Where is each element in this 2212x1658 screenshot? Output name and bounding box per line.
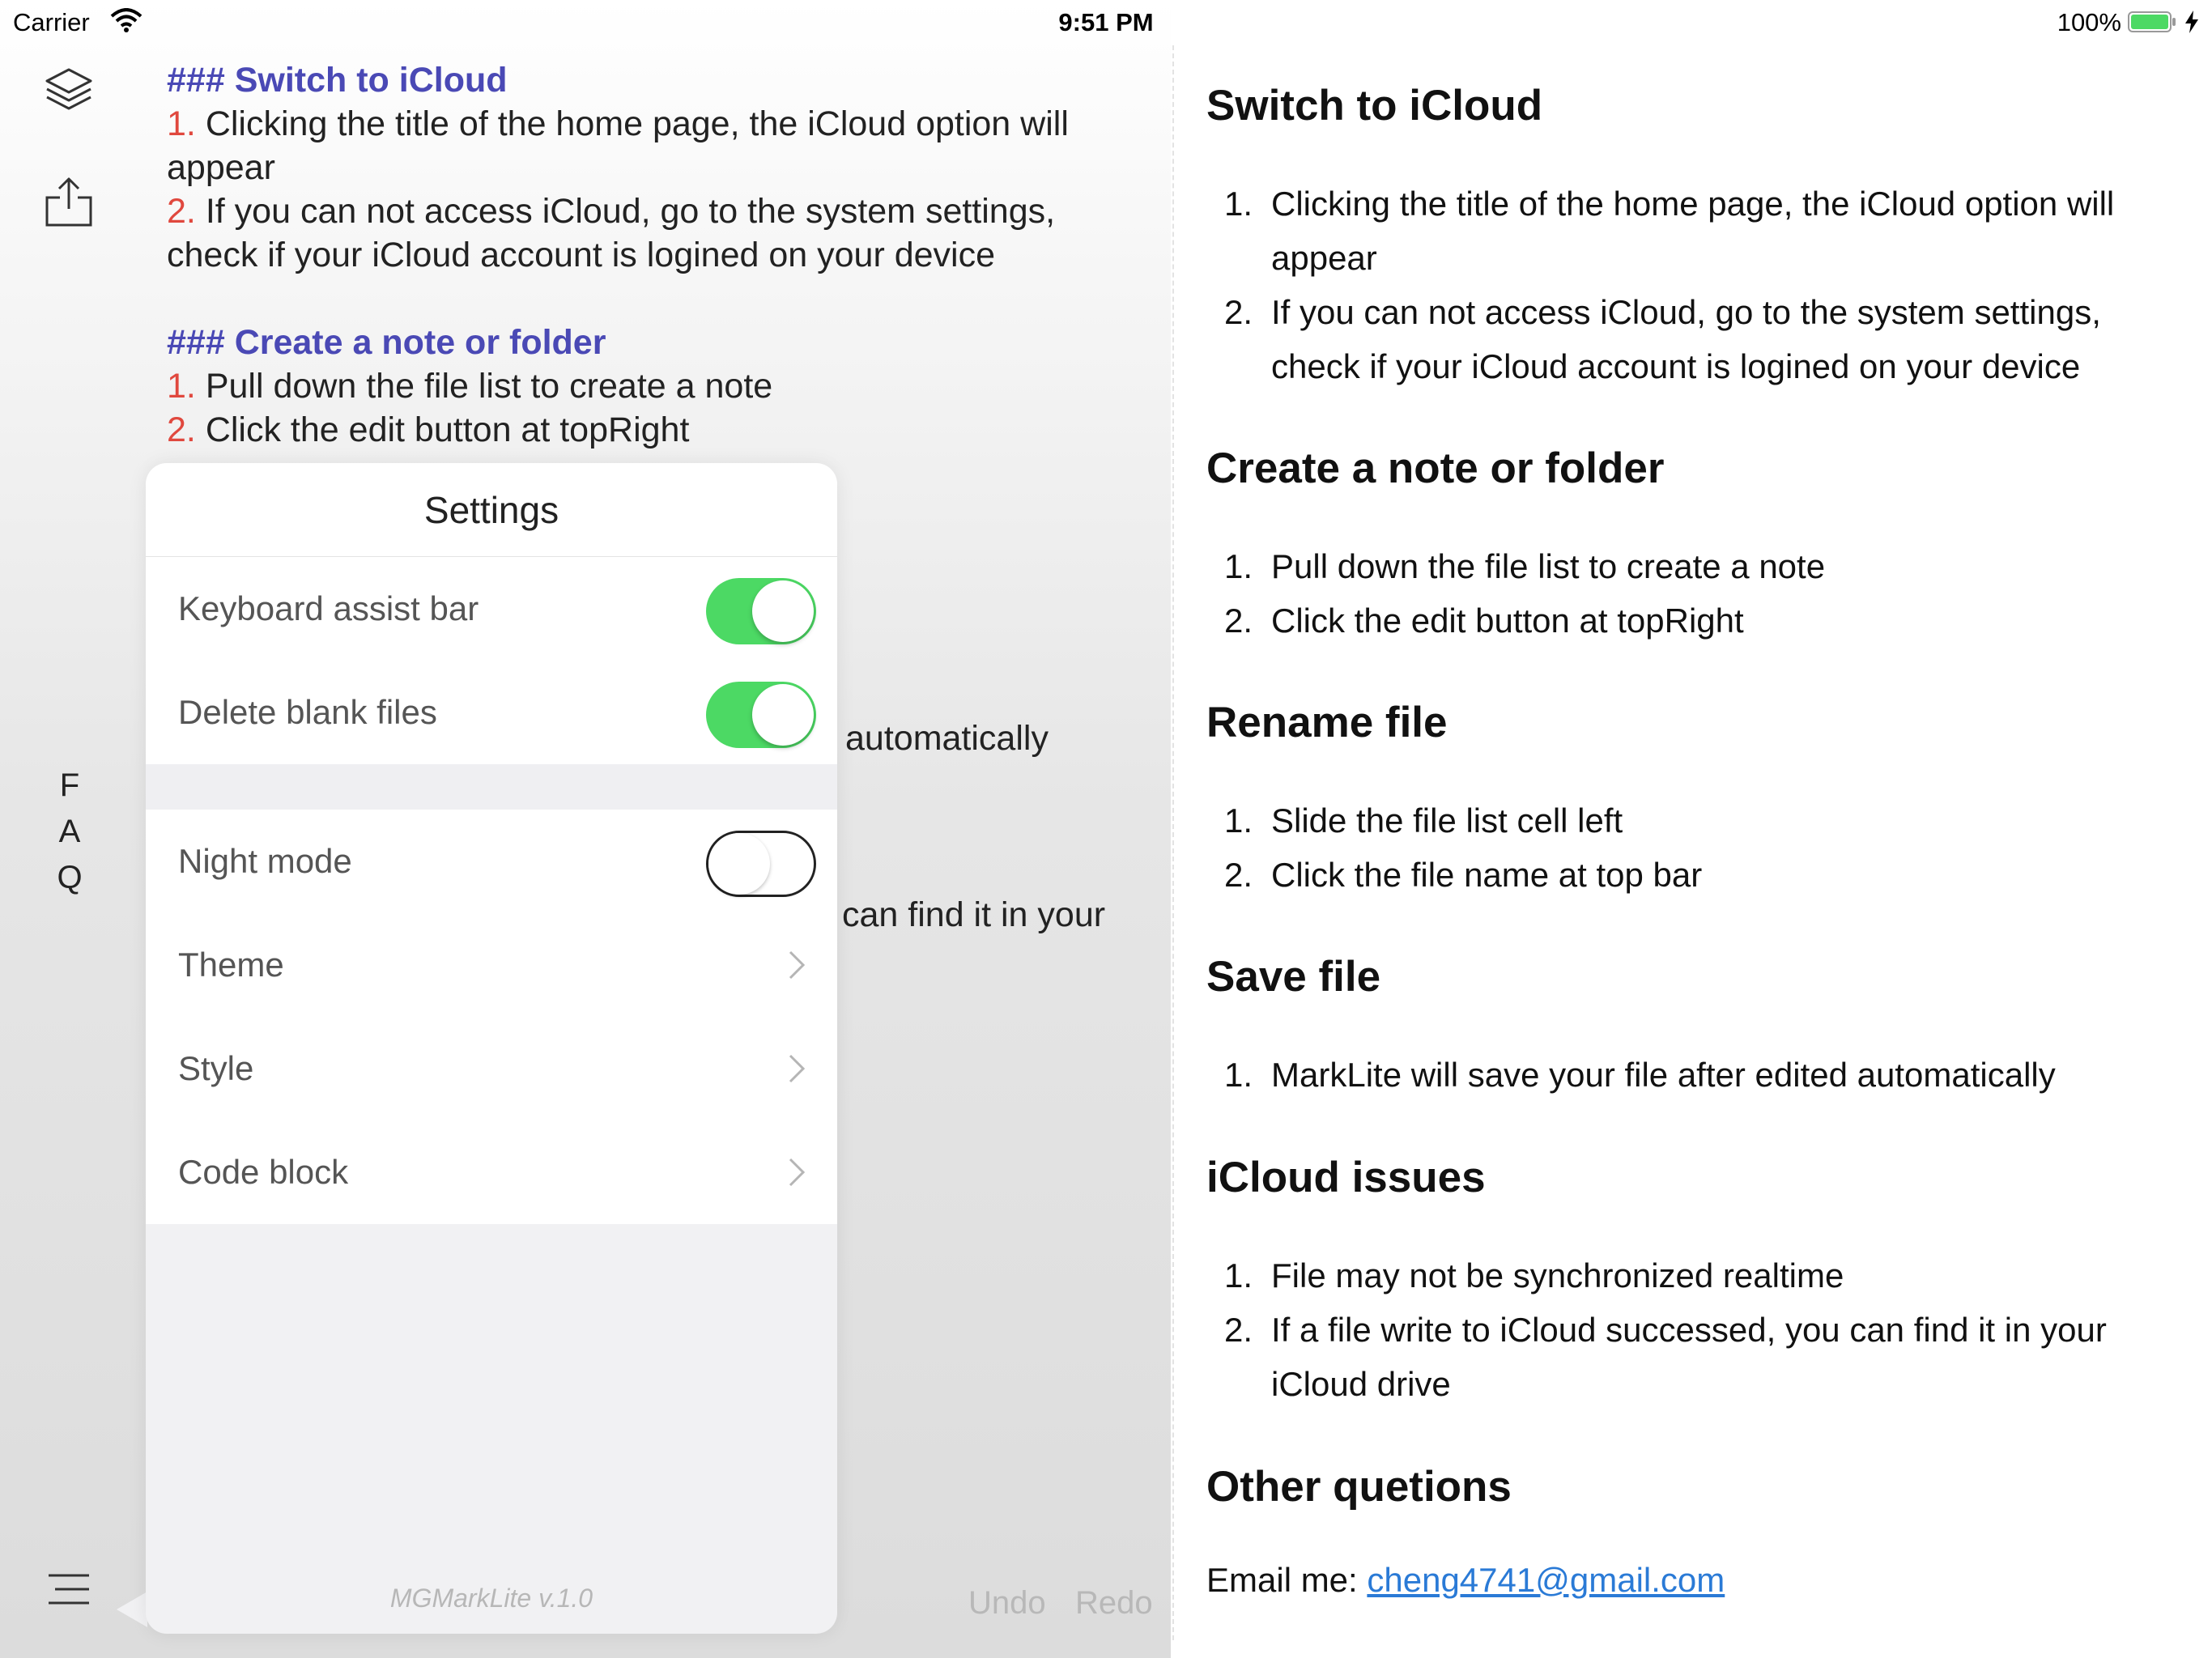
markdown-preview[interactable]: Switch to iCloud 1. Clicking the title of…	[1206, 0, 2194, 1658]
preview-heading: Other quetions	[1206, 1463, 1512, 1511]
row-label: Night mode	[178, 842, 352, 880]
faq-label[interactable]: F A Q	[50, 763, 89, 901]
delete-blank-files-row: Delete blank files	[146, 661, 837, 764]
md-heading: ### Create a note or folder	[167, 323, 606, 362]
editor-text-fragment: automatically	[845, 719, 1049, 758]
delete-blank-files-toggle[interactable]	[706, 682, 816, 748]
row-label: Keyboard assist bar	[178, 589, 479, 627]
keyboard-assist-bar-row: Keyboard assist bar	[146, 557, 837, 661]
preview-list-item: 1. File may not be synchronized realtime	[1224, 1256, 1844, 1295]
carrier-label: Carrier	[13, 8, 90, 36]
preview-list-item: 2. If a file write to iCloud successed, y…	[1224, 1311, 2107, 1403]
night-mode-toggle[interactable]	[706, 831, 816, 897]
preview-list-item: 1. Slide the file list cell left	[1224, 801, 1623, 840]
md-list-line: 2. If you can not access iCloud, go to t…	[167, 192, 1056, 274]
preview-list-item: 1. Pull down the file list to create a no…	[1224, 547, 1826, 585]
preview-list-item: 1. Clicking the title of the home page, t…	[1224, 185, 2115, 277]
clock: 9:51 PM	[1058, 8, 1154, 36]
email-label: Email me:	[1206, 1561, 1368, 1599]
status-bar: Carrier 9:51 PM 100%	[0, 0, 2212, 42]
night-mode-row: Night mode	[146, 810, 837, 913]
preview-heading: Switch to iCloud	[1206, 82, 1543, 130]
faq-letter: F	[59, 767, 80, 803]
popover-title: Settings	[146, 463, 837, 557]
app-version: MGMarkLite v.1.0	[389, 1584, 593, 1613]
preview-heading: Rename file	[1206, 699, 1448, 746]
md-list-line: 1. Pull down the file list to create a n…	[167, 367, 773, 406]
preview-list-item: 2. Click the file name at top bar	[1224, 856, 1703, 894]
style-row[interactable]: Style	[146, 1017, 837, 1120]
row-label: Theme	[178, 946, 284, 984]
editor-text-fragment: can find it in your	[842, 895, 1106, 934]
keyboard-assist-bar-toggle[interactable]	[706, 578, 816, 644]
email-line: Email me: cheng4741@gmail.com	[1206, 1561, 1725, 1600]
pane-divider	[1172, 45, 1174, 1640]
preview-heading: Save file	[1206, 953, 1381, 1001]
chevron-right-icon	[789, 1054, 806, 1083]
battery-percent: 100%	[2057, 8, 2121, 36]
layers-icon[interactable]	[42, 65, 96, 118]
chevron-right-icon	[789, 1158, 806, 1187]
charging-icon	[2185, 11, 2198, 33]
preview-list-item: 1. MarkLite will save your file after edi…	[1224, 1056, 2056, 1094]
battery-icon	[2128, 11, 2176, 32]
settings-group: Night mode Theme Style Code block	[146, 810, 837, 1224]
markdown-source[interactable]: ### Switch to iCloud 1. Clicking the tit…	[167, 58, 1146, 452]
faq-letter: A	[58, 814, 81, 849]
undo-button[interactable]: Undo	[968, 1585, 1046, 1622]
md-heading: ### Switch to iCloud	[167, 61, 508, 100]
settings-group: Keyboard assist bar Delete blank files	[146, 557, 837, 764]
share-icon[interactable]	[42, 175, 96, 228]
row-label: Code block	[178, 1153, 349, 1191]
faq-letter: Q	[57, 860, 83, 895]
menu-icon[interactable]	[42, 1562, 96, 1616]
chevron-right-icon	[789, 950, 806, 980]
row-label: Delete blank files	[178, 693, 437, 731]
preview-list-item: 2. If you can not access iCloud, go to th…	[1224, 293, 2101, 385]
preview-list-item: 2. Click the edit button at topRight	[1224, 602, 1744, 640]
row-label: Style	[178, 1049, 254, 1087]
popover-arrow	[117, 1592, 147, 1627]
preview-heading: Create a note or folder	[1206, 444, 1665, 492]
preview-heading: iCloud issues	[1206, 1154, 1486, 1201]
email-link[interactable]: cheng4741@gmail.com	[1367, 1561, 1725, 1599]
redo-button[interactable]: Redo	[1075, 1585, 1153, 1622]
md-list-line: 1. Clicking the title of the home page, …	[167, 104, 1069, 187]
code-block-row[interactable]: Code block	[146, 1120, 837, 1224]
wifi-icon	[110, 8, 143, 32]
theme-row[interactable]: Theme	[146, 913, 837, 1017]
settings-popover: Settings Keyboard assist bar Delete blan…	[146, 463, 837, 1634]
section-separator	[146, 764, 837, 810]
md-list-line: 2. Click the edit button at topRight	[167, 410, 690, 449]
